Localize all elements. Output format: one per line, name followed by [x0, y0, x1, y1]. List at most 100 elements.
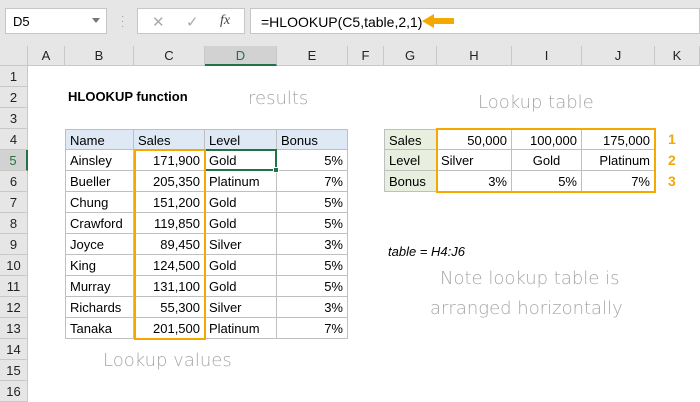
arrow-left-icon — [422, 14, 454, 28]
column-header-G[interactable]: G — [384, 46, 437, 66]
column-header-A[interactable]: A — [28, 46, 65, 66]
fx-icon[interactable]: fx — [220, 13, 230, 29]
row-header-7[interactable]: 7 — [0, 192, 28, 213]
note-annotation-line2: arranged horizontally — [430, 298, 623, 319]
row-header-1[interactable]: 1 — [0, 66, 28, 87]
formula-buttons: ✕ ✓ fx — [137, 8, 245, 34]
lookup-cell[interactable]: 175,000 — [582, 129, 655, 150]
table-cell[interactable]: 3% — [277, 234, 348, 255]
table-cell[interactable]: 5% — [277, 255, 348, 276]
table-header-bonus[interactable]: Bonus — [277, 129, 348, 150]
row-header-15[interactable]: 15 — [0, 360, 28, 381]
table-cell[interactable]: Joyce — [65, 234, 134, 255]
table-cell[interactable]: Chung — [65, 192, 134, 213]
lookup-cell[interactable]: 7% — [582, 171, 655, 192]
table-header-sales[interactable]: Sales — [134, 129, 205, 150]
row-header-10[interactable]: 10 — [0, 255, 28, 276]
table-cell[interactable]: 119,850 — [134, 213, 205, 234]
column-header-K[interactable]: K — [655, 46, 700, 66]
lookup-cell[interactable]: Platinum — [582, 150, 655, 171]
table-cell[interactable]: 5% — [277, 150, 348, 171]
table-cell[interactable]: 171,900 — [134, 150, 205, 171]
table-cell[interactable]: Gold — [205, 213, 277, 234]
table-cell[interactable]: Crawford — [65, 213, 134, 234]
table-cell[interactable]: King — [65, 255, 134, 276]
cancel-icon[interactable]: ✕ — [152, 13, 165, 31]
row-header-11[interactable]: 11 — [0, 276, 28, 297]
lookup-cell[interactable]: 50,000 — [437, 129, 512, 150]
lookup-cell[interactable]: Silver — [437, 150, 512, 171]
chevron-down-icon[interactable] — [92, 18, 100, 23]
column-header-H[interactable]: H — [437, 46, 512, 66]
row-header-14[interactable]: 14 — [0, 339, 28, 360]
table-cell[interactable]: 5% — [277, 192, 348, 213]
column-header-E[interactable]: E — [277, 46, 348, 66]
table-cell[interactable]: 5% — [277, 213, 348, 234]
row-header-13[interactable]: 13 — [0, 318, 28, 339]
table-cell[interactable]: 124,500 — [134, 255, 205, 276]
table-cell[interactable]: 5% — [277, 276, 348, 297]
table-cell[interactable]: Ainsley — [65, 150, 134, 171]
row-header-9[interactable]: 9 — [0, 234, 28, 255]
row-header-3[interactable]: 3 — [0, 108, 28, 129]
table-cell[interactable]: Richards — [65, 297, 134, 318]
table-cell[interactable]: Tanaka — [65, 318, 134, 339]
table-cell[interactable]: Bueller — [65, 171, 134, 192]
column-header-I[interactable]: I — [512, 46, 582, 66]
column-header-J[interactable]: J — [582, 46, 655, 66]
table-cell[interactable]: Silver — [205, 234, 277, 255]
table-cell[interactable]: 131,100 — [134, 276, 205, 297]
row-index-label: 1 — [668, 131, 676, 147]
table-cell[interactable]: 151,200 — [134, 192, 205, 213]
lookup-cell[interactable]: 100,000 — [512, 129, 582, 150]
lookup-cell[interactable]: 3% — [437, 171, 512, 192]
name-box[interactable]: D5 — [5, 8, 107, 34]
table-cell[interactable]: 7% — [277, 318, 348, 339]
row-header-8[interactable]: 8 — [0, 213, 28, 234]
table-cell[interactable]: Silver — [205, 297, 277, 318]
row-header-5[interactable]: 5 — [0, 150, 28, 171]
table-cell[interactable]: Gold — [205, 192, 277, 213]
named-range-label: table = H4:J6 — [388, 244, 465, 259]
formula-input[interactable]: =HLOOKUP(C5,table,2,1) — [250, 8, 700, 34]
active-cell-D5[interactable] — [204, 149, 277, 171]
table-cell[interactable]: 201,500 — [134, 318, 205, 339]
select-all-button[interactable] — [0, 46, 28, 66]
table-header-name[interactable]: Name — [65, 129, 134, 150]
lookup-table-annotation: Lookup table — [478, 92, 594, 113]
check-icon[interactable]: ✓ — [186, 13, 199, 31]
table-cell[interactable]: 7% — [277, 171, 348, 192]
column-header-B[interactable]: B — [65, 46, 134, 66]
lookup-cell[interactable]: 5% — [512, 171, 582, 192]
row-header-6[interactable]: 6 — [0, 171, 28, 192]
lookup-cell[interactable]: Bonus — [384, 171, 437, 192]
table-cell[interactable]: Platinum — [205, 318, 277, 339]
table-cell[interactable]: 3% — [277, 297, 348, 318]
results-annotation: results — [248, 88, 309, 109]
lookup-cell[interactable]: Sales — [384, 129, 437, 150]
lookup-cell[interactable]: Gold — [512, 150, 582, 171]
row-header-16[interactable]: 16 — [0, 381, 28, 402]
row-header-12[interactable]: 12 — [0, 297, 28, 318]
row-index-label: 3 — [668, 173, 676, 189]
lookup-cell[interactable]: Level — [384, 150, 437, 171]
table-cell[interactable]: Gold — [205, 255, 277, 276]
table-cell[interactable]: 89,450 — [134, 234, 205, 255]
grip-icon: · · · — [121, 11, 125, 32]
column-header-C[interactable]: C — [134, 46, 205, 66]
row-header-2[interactable]: 2 — [0, 87, 28, 108]
column-header-D[interactable]: D — [205, 46, 277, 66]
table-cell[interactable]: Platinum — [205, 171, 277, 192]
table-header-level[interactable]: Level — [205, 129, 277, 150]
row-index-label: 2 — [668, 152, 676, 168]
column-header-F[interactable]: F — [348, 46, 384, 66]
table-cell[interactable]: 55,300 — [134, 297, 205, 318]
fill-handle[interactable] — [273, 167, 279, 173]
row-header-4[interactable]: 4 — [0, 129, 28, 150]
sheet-title: HLOOKUP function — [68, 89, 188, 104]
name-box-value: D5 — [13, 14, 30, 29]
table-cell[interactable]: Murray — [65, 276, 134, 297]
note-annotation-line1: Note lookup table is — [440, 268, 620, 289]
table-cell[interactable]: 205,350 — [134, 171, 205, 192]
table-cell[interactable]: Gold — [205, 276, 277, 297]
